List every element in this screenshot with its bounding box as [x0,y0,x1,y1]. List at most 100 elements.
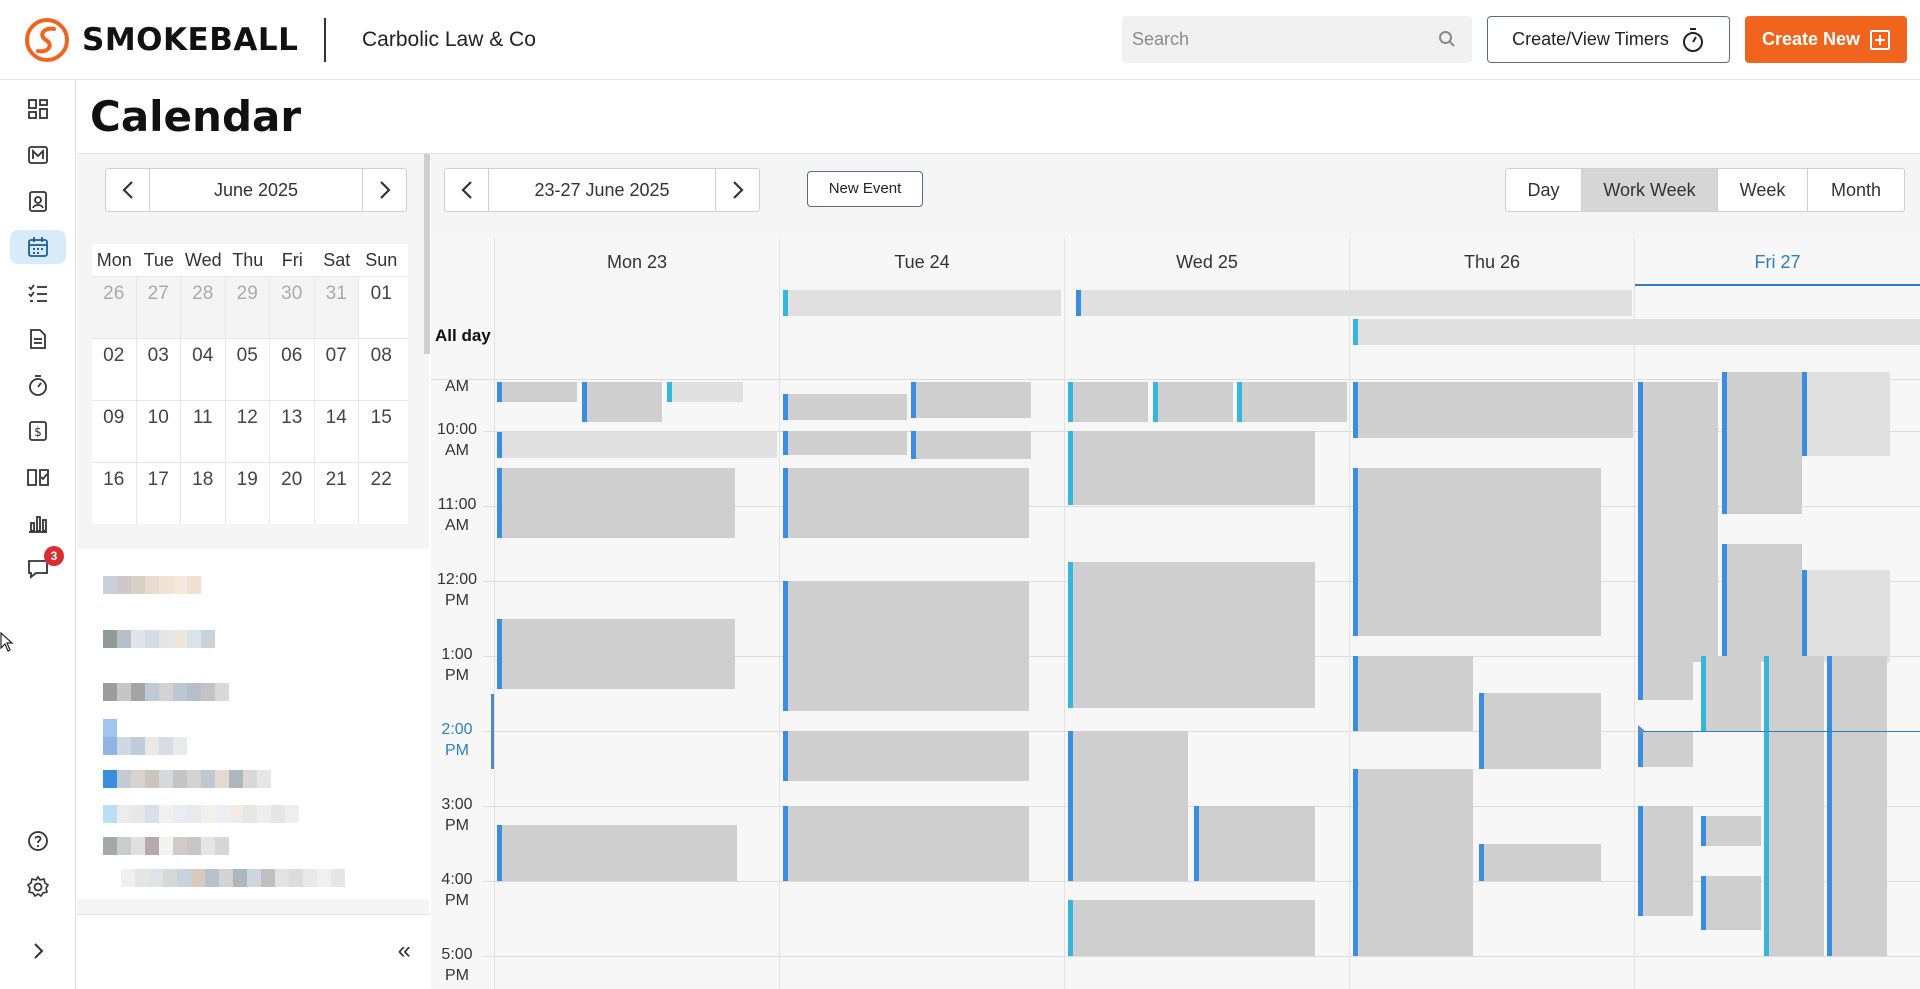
calendar-event[interactable] [497,619,735,689]
calendar-event[interactable] [1353,656,1473,731]
calendar-event[interactable] [783,806,1029,881]
calendar-event[interactable] [1353,468,1601,544]
day-header-wed[interactable]: Wed 25 [1064,238,1349,286]
calendar-event[interactable] [1827,656,1887,956]
mini-calendar-day[interactable]: 07 [315,339,359,400]
calendar-event[interactable] [783,468,1029,538]
view-work-week-button[interactable]: Work Week [1582,169,1718,211]
nav-timers[interactable] [10,368,66,402]
calendar-event[interactable] [1764,656,1824,956]
collapse-panel-icon[interactable]: « [398,937,411,965]
day-header-mon[interactable]: Mon 23 [494,238,779,286]
mini-calendar-day[interactable]: 26 [92,277,137,338]
mini-calendar-day[interactable]: 01 [359,277,404,338]
nav-settings[interactable] [10,870,66,904]
nav-calendar[interactable] [10,230,66,264]
calendar-event[interactable] [1068,382,1148,422]
mini-calendar-day[interactable]: 14 [315,401,359,462]
nav-expand[interactable] [10,934,66,968]
nav-documents[interactable] [10,322,66,356]
view-day-button[interactable]: Day [1506,169,1582,211]
mini-calendar-day[interactable]: 16 [92,463,137,524]
next-month-button[interactable] [362,169,406,211]
nav-reports[interactable] [10,506,66,540]
calendar-event[interactable] [1153,382,1233,422]
calendar-list-item[interactable] [103,630,215,648]
nav-dashboard[interactable] [10,92,66,126]
calendar-event[interactable] [1638,806,1693,916]
nav-contacts[interactable] [10,184,66,218]
mini-calendar-day[interactable]: 31 [314,277,359,338]
calendar-event[interactable] [497,432,777,458]
panel-scrollbar[interactable] [424,154,430,354]
mini-calendar-day[interactable]: 22 [359,463,404,524]
mini-calendar-day[interactable]: 28 [181,277,226,338]
mini-calendar-day[interactable]: 05 [226,339,270,400]
all-day-event[interactable] [783,290,1061,316]
view-month-button[interactable]: Month [1808,169,1904,211]
mini-calendar-day[interactable]: 12 [226,401,270,462]
mini-calendar-day[interactable]: 13 [270,401,315,462]
calendar-event[interactable] [1722,544,1802,662]
calendar-event[interactable] [1068,731,1188,881]
calendar-event[interactable] [783,394,907,420]
calendar-event[interactable] [783,731,1029,781]
mini-calendar-day[interactable]: 21 [315,463,359,524]
calendar-event[interactable] [1479,844,1601,881]
mini-calendar-day[interactable]: 08 [359,339,404,400]
calendar-event[interactable] [1479,693,1601,769]
calendar-event[interactable] [1638,731,1693,767]
nav-messages[interactable]: 3 [10,546,66,586]
calendar-event[interactable] [1701,876,1761,930]
mini-calendar-day[interactable]: 18 [181,463,226,524]
search-input[interactable] [1122,16,1422,63]
prev-range-button[interactable] [445,169,489,211]
calendar-event[interactable] [783,431,907,455]
calendar-event[interactable] [497,468,735,538]
all-day-event[interactable] [1076,290,1632,316]
calendar-event[interactable] [1638,656,1693,700]
calendar-event[interactable] [1353,769,1473,956]
search-box[interactable] [1122,16,1472,63]
mini-calendar-day[interactable]: 19 [226,463,270,524]
mini-calendar-day[interactable]: 30 [270,277,315,338]
calendar-event[interactable] [783,581,1029,711]
calendar-event[interactable] [1722,372,1802,514]
calendar-event[interactable] [1068,562,1315,708]
calendar-list-item[interactable] [103,719,117,737]
day-header-thu[interactable]: Thu 26 [1349,238,1634,286]
mini-calendar-day[interactable]: 04 [181,339,226,400]
next-range-button[interactable] [715,169,759,211]
search-icon[interactable] [1438,30,1456,48]
calendar-event[interactable] [497,825,737,881]
calendar-list-item[interactable] [103,576,201,594]
mini-calendar-month-label[interactable]: June 2025 [150,169,362,211]
prev-month-button[interactable] [106,169,150,211]
nav-billing[interactable]: $ [10,414,66,448]
calendar-event[interactable] [911,431,1031,459]
mini-calendar-day[interactable]: 10 [137,401,181,462]
calendar-event[interactable] [1353,382,1633,438]
mini-calendar-day[interactable]: 03 [137,339,181,400]
nav-help[interactable] [10,824,66,858]
calendar-event[interactable] [1701,656,1761,731]
calendar-event[interactable] [497,382,577,402]
calendar-event[interactable] [1802,570,1890,662]
nav-matters[interactable] [10,138,66,172]
calendar-list-item[interactable] [103,737,187,755]
new-event-button[interactable]: New Event [807,171,923,207]
create-view-timers-button[interactable]: Create/View Timers [1487,16,1730,63]
calendar-event[interactable] [1701,816,1761,846]
calendar-list-item[interactable] [103,805,299,823]
calendar-event[interactable] [911,382,1031,418]
calendar-event[interactable] [1802,372,1890,456]
mini-calendar-day[interactable]: 11 [181,401,226,462]
mini-calendar-day[interactable]: 09 [92,401,137,462]
calendar-event[interactable] [1353,544,1601,636]
calendar-event[interactable] [1194,806,1315,881]
calendar-list-item[interactable] [103,837,229,855]
date-range-label[interactable]: 23-27 June 2025 [489,169,715,211]
calendar-event[interactable] [1068,431,1315,505]
calendar-event[interactable] [582,382,662,422]
mini-calendar-day[interactable]: 15 [359,401,404,462]
